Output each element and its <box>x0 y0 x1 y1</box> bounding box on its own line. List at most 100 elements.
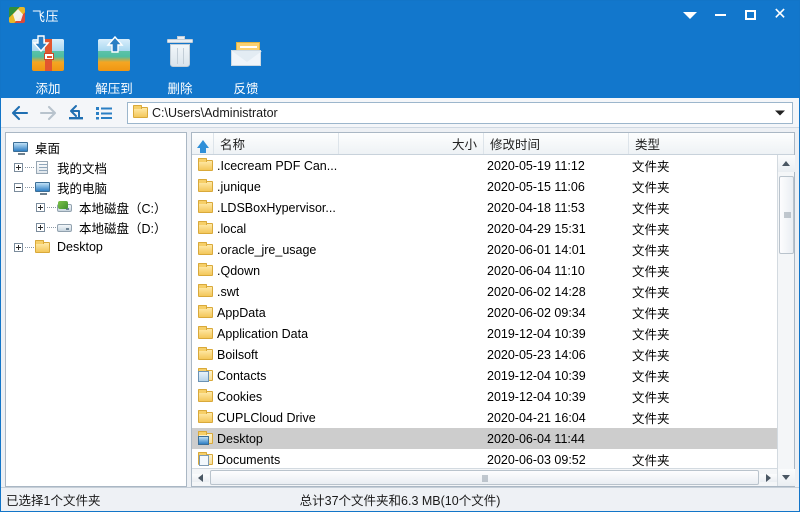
horizontal-scrollbar[interactable] <box>192 468 777 486</box>
menu-chevron-button[interactable] <box>675 2 705 28</box>
toolbar-button-add[interactable]: 添加 <box>15 33 81 97</box>
cell-type: 文件夹 <box>629 282 794 301</box>
cell-type: 文件夹 <box>629 366 794 385</box>
tree-connector <box>47 227 56 228</box>
cell-name: .Qdown <box>192 263 339 278</box>
cell-modified: 2020-04-18 11:53 <box>484 201 629 215</box>
toolbar-button-feedback[interactable]: 反馈 <box>213 33 279 97</box>
status-total-text: 总计37个文件夹和6.3 MB(10个文件) <box>1 490 799 509</box>
cell-modified: 2020-06-04 11:10 <box>484 264 629 278</box>
tree-item-my-computer[interactable]: 我的电脑 <box>10 177 186 197</box>
up-level-button[interactable] <box>63 101 89 125</box>
cell-type: 文件夹 <box>629 240 794 259</box>
vscroll-thumb[interactable] <box>779 176 794 254</box>
table-row[interactable]: Desktop2020-06-04 11:44 <box>192 428 794 449</box>
minimize-icon <box>715 14 726 16</box>
cell-name: Application Data <box>192 326 339 341</box>
back-button[interactable] <box>7 101 33 125</box>
table-row[interactable]: .Qdown 2020-06-04 11:10文件夹 <box>192 260 794 281</box>
tree-expander[interactable] <box>14 163 23 172</box>
table-row[interactable]: .LDSBoxHypervisor...2020-04-18 11:53文件夹 <box>192 197 794 218</box>
column-sort-indicator[interactable] <box>192 133 214 154</box>
table-row[interactable]: .oracle_jre_usage2020-06-01 14:01文件夹 <box>192 239 794 260</box>
toolbar-label-delete: 删除 <box>167 78 192 97</box>
table-row[interactable]: Documents2020-06-03 09:52文件夹 <box>192 449 794 468</box>
tree-item-desktop-root[interactable]: 桌面 <box>10 137 186 157</box>
scroll-up-button[interactable] <box>778 155 795 172</box>
cell-type: 文件夹 <box>629 387 794 406</box>
vertical-scrollbar[interactable] <box>777 155 794 486</box>
file-name: Documents <box>217 453 280 467</box>
scroll-left-button[interactable] <box>192 474 209 482</box>
table-row[interactable]: Application Data2019-12-04 10:39文件夹 <box>192 323 794 344</box>
column-header-name[interactable]: 名称 <box>214 133 339 154</box>
up-level-icon <box>67 104 85 121</box>
computer-icon <box>34 180 51 195</box>
documents-folder-icon <box>197 452 214 467</box>
scroll-down-button[interactable] <box>778 469 795 486</box>
table-row[interactable]: .swt 2020-06-02 14:28文件夹 <box>192 281 794 302</box>
view-mode-button[interactable] <box>91 101 117 125</box>
minimize-button[interactable] <box>705 2 735 28</box>
vscroll-track[interactable] <box>778 172 795 469</box>
cell-modified: 2020-06-02 14:28 <box>484 285 629 299</box>
tree-connector <box>25 247 34 248</box>
tree-expander[interactable] <box>14 183 23 192</box>
back-icon <box>11 105 29 121</box>
table-row[interactable]: Cookies2019-12-04 10:39文件夹 <box>192 386 794 407</box>
app-title: 飞压 <box>32 6 59 25</box>
tree-expander[interactable] <box>36 203 45 212</box>
tree-item-local-disk-d[interactable]: 本地磁盘（D:） <box>10 217 186 237</box>
arrow-left-icon <box>198 474 203 482</box>
close-button[interactable]: ✕ <box>765 2 795 28</box>
folder-icon <box>197 200 214 215</box>
sort-ascending-icon <box>197 140 209 148</box>
folder-tree-panel[interactable]: 桌面 我的文档 我的电脑 本地磁盘（C:） <box>5 132 187 487</box>
cell-type: 文件夹 <box>629 198 794 217</box>
address-bar[interactable]: C:\Users\Administrator <box>127 102 793 124</box>
table-row[interactable]: Boilsoft2020-05-23 14:06文件夹 <box>192 344 794 365</box>
table-row[interactable]: Contacts2019-12-04 10:39文件夹 <box>192 365 794 386</box>
table-row[interactable]: .junique2020-05-15 11:06文件夹 <box>192 176 794 197</box>
cell-name: .swt <box>192 284 339 299</box>
grip-icon <box>482 475 487 482</box>
folder-icon <box>197 389 214 404</box>
file-name: .Qdown <box>217 264 260 278</box>
dropdown-caret-icon[interactable] <box>775 110 785 115</box>
drive-icon <box>56 220 73 235</box>
cell-type: 文件夹 <box>629 156 794 175</box>
contacts-folder-icon <box>197 368 214 383</box>
tree-item-my-documents[interactable]: 我的文档 <box>10 157 186 177</box>
table-row[interactable]: .Icecream PDF Can...2020-05-19 11:12文件夹 <box>192 155 794 176</box>
grip-icon <box>784 213 791 218</box>
tree-expander[interactable] <box>36 223 45 232</box>
column-header-type[interactable]: 类型 <box>629 133 794 154</box>
tree-label: 本地磁盘（D:） <box>76 218 170 237</box>
maximize-button[interactable] <box>735 2 765 28</box>
hscroll-thumb[interactable] <box>210 470 759 485</box>
file-name: Contacts <box>217 369 266 383</box>
cell-type: 文件夹 <box>629 324 794 343</box>
column-header-modified[interactable]: 修改时间 <box>484 133 629 154</box>
folder-icon <box>197 242 214 257</box>
cell-type: 文件夹 <box>629 261 794 280</box>
cell-modified: 2020-06-01 14:01 <box>484 243 629 257</box>
toolbar-button-extract[interactable]: 解压到 <box>81 33 147 97</box>
column-header-size[interactable]: 大小 <box>339 133 484 154</box>
tree-item-local-disk-c[interactable]: 本地磁盘（C:） <box>10 197 186 217</box>
navigation-bar: C:\Users\Administrator <box>1 98 799 128</box>
file-list-rows[interactable]: .Icecream PDF Can...2020-05-19 11:12文件夹.… <box>192 155 794 468</box>
tree-item-desktop-folder[interactable]: Desktop <box>10 237 186 257</box>
scroll-right-button[interactable] <box>760 474 777 482</box>
table-row[interactable]: CUPLCloud Drive2020-04-21 16:04文件夹 <box>192 407 794 428</box>
desktop-icon <box>12 140 29 155</box>
table-row[interactable]: AppData2020-06-02 09:34文件夹 <box>192 302 794 323</box>
toolbar-button-delete[interactable]: 删除 <box>147 33 213 97</box>
tree-expander[interactable] <box>14 243 23 252</box>
hscroll-track[interactable] <box>209 469 760 486</box>
file-name: Application Data <box>217 327 308 341</box>
tree-label: 我的文档 <box>54 158 110 177</box>
folder-icon <box>197 284 214 299</box>
list-view-icon <box>95 106 113 120</box>
table-row[interactable]: .local2020-04-29 15:31文件夹 <box>192 218 794 239</box>
